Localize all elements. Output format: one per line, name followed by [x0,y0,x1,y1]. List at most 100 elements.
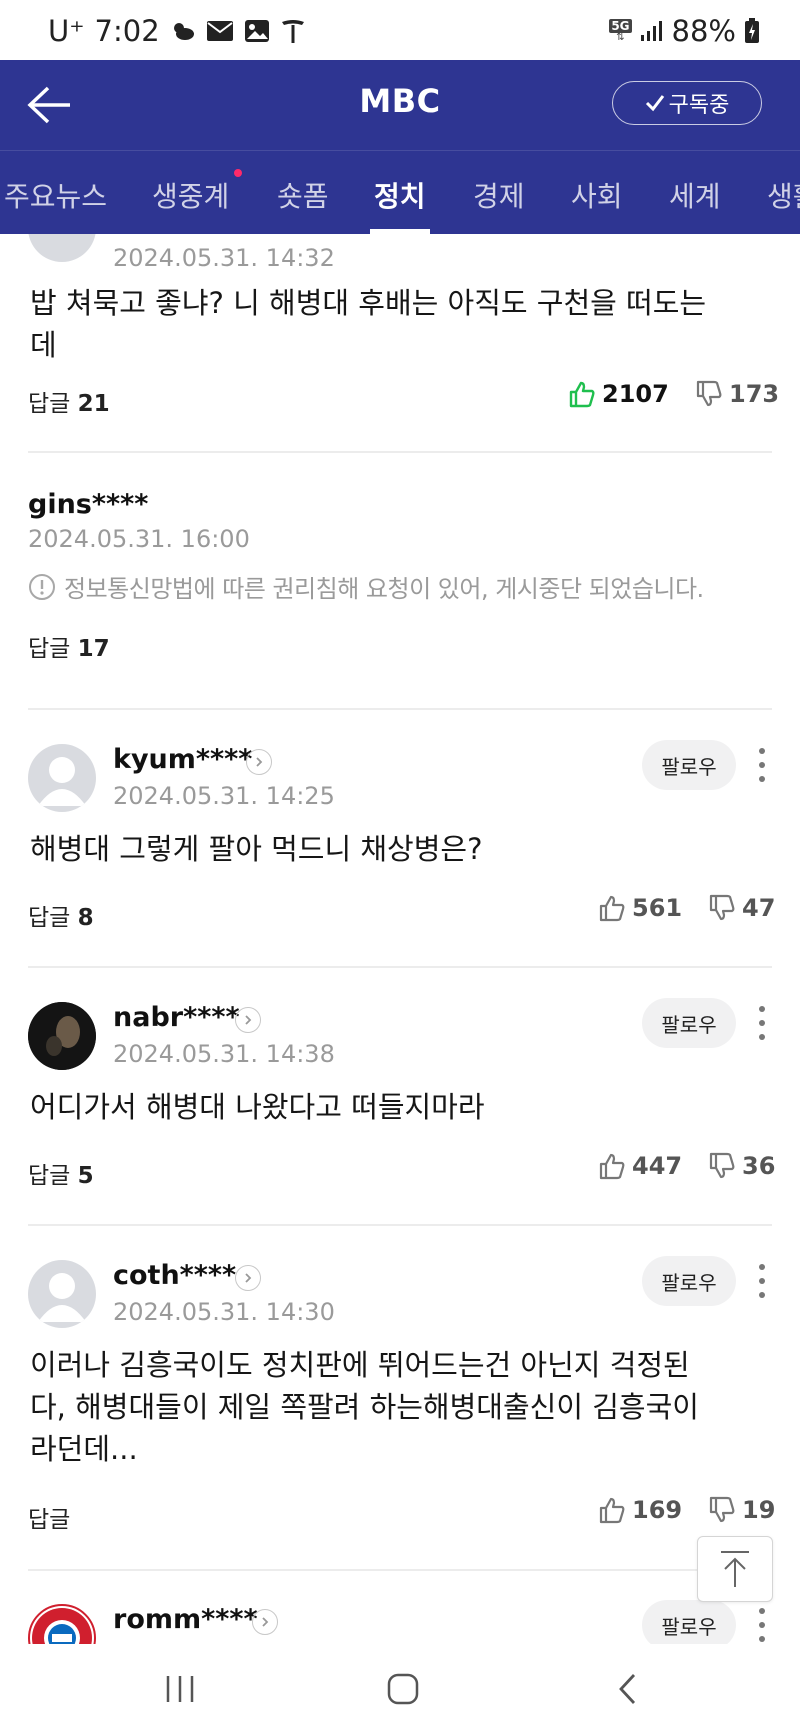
reply-label: 답글 [28,1507,71,1533]
tab-politics[interactable]: 정치 [374,175,426,215]
dislike-button[interactable]: 36 [708,1152,775,1180]
comment-date: 2024.05.31. 14:25 [113,782,335,810]
comment-text: 어디가서 해병대 나왔다고 떠들지마라 [30,1086,485,1128]
reply-button[interactable]: 답글 [28,1500,70,1534]
dislike-button[interactable]: 173 [695,380,779,408]
like-button[interactable]: 2107 [568,380,669,408]
avatar[interactable] [28,1260,96,1328]
avatar[interactable] [28,234,96,262]
divider [28,451,772,453]
dislike-button[interactable]: 19 [708,1496,775,1524]
like-button[interactable]: 561 [598,894,682,922]
thumbs-down-icon [709,894,735,921]
network-5g-icon: 5G ⇅ [609,19,632,43]
comment-item: gins**** 2024.05.31. 16:00 정보통신망법에 따른 권리… [28,489,772,689]
avatar[interactable] [28,744,96,812]
more-options-button[interactable] [752,1260,772,1302]
weather-icon [170,20,196,42]
mail-icon [206,20,234,42]
comment-username[interactable]: gins**** [28,489,148,520]
thumbs-down-icon [709,1152,735,1179]
comment-date: 2024.05.31. 14:32 [113,244,335,272]
comment-item: kyum**** 2024.05.31. 14:25 팔로우 해병대 그렇게 팔… [28,740,775,944]
app-header: MBC 구독중 [0,60,800,150]
comment-item: 2024.05.31. 14:32 밥 쳐묵고 좋냐? 니 해병대 후배는 아직… [28,234,779,430]
reply-button[interactable]: 답글 21 [28,384,110,418]
default-avatar-icon [38,1273,86,1322]
comment-date: 2024.05.31. 16:00 [28,525,250,553]
tab-world[interactable]: 세계 [669,175,721,215]
thumbs-up-icon [599,895,625,922]
reply-label: 답글 [28,636,71,662]
like-button[interactable]: 447 [598,1152,682,1180]
more-options-button[interactable] [752,1604,772,1644]
recent-apps-button[interactable] [150,1664,210,1714]
divider [28,966,772,968]
check-icon [645,95,664,112]
profile-link-button[interactable] [252,1609,278,1635]
dislike-button[interactable]: 47 [708,894,775,922]
comment-username[interactable]: kyum**** [113,744,252,775]
comment-date: 2024.05.31. 14:30 [113,1298,335,1326]
home-button[interactable] [373,1664,433,1714]
tab-shortform[interactable]: 숏폼 [277,175,329,215]
arrow-up-icon [721,1551,749,1587]
thumbs-down-icon [709,1496,735,1523]
reply-count: 8 [77,905,94,931]
scroll-to-top-button[interactable] [697,1536,773,1602]
follow-button[interactable]: 팔로우 [642,1600,736,1644]
tab-life[interactable]: 생활 [767,175,800,215]
like-count: 561 [632,894,683,922]
thumbs-down-icon [696,380,722,407]
divider [28,708,772,710]
battery-icon [744,18,760,44]
reply-button[interactable]: 답글 8 [28,898,94,932]
comment-text: 이러나 김흥국이도 정치판에 뛰어드는건 아닌지 걱정된 다, 해병대들이 제일… [30,1344,699,1470]
comment-username[interactable]: nabr**** [113,1002,240,1033]
reply-count: 5 [77,1163,94,1189]
new-indicator-dot [234,169,242,177]
like-count: 169 [632,1496,683,1524]
more-options-button[interactable] [752,744,772,786]
comment-text-line: 이러나 김흥국이도 정치판에 뛰어드는건 아닌지 걱정된 [30,1348,690,1382]
back-nav-button[interactable] [598,1664,658,1714]
recent-apps-icon [166,1676,194,1702]
reply-button[interactable]: 답글 17 [28,629,110,663]
default-avatar-icon [38,757,86,806]
follow-button[interactable]: 팔로우 [642,740,736,790]
follow-button[interactable]: 팔로우 [642,998,736,1048]
chevron-right-icon [245,1273,252,1283]
profile-link-button[interactable] [235,1007,261,1033]
thumbs-up-icon [569,381,595,408]
divider [28,1224,772,1226]
comment-list[interactable]: 2024.05.31. 14:32 밥 쳐묵고 좋냐? 니 해병대 후배는 아직… [0,234,800,1644]
reply-button[interactable]: 답글 5 [28,1156,94,1190]
signal-icon [640,20,664,42]
like-button[interactable]: 169 [598,1496,682,1524]
dislike-count: 47 [742,894,776,922]
comment-text: 밥 쳐묵고 좋냐? 니 해병대 후배는 아직도 구천을 떠도는 데 [30,282,706,366]
more-options-button[interactable] [752,1002,772,1044]
carrier-label: U⁺ [48,14,85,48]
follow-button[interactable]: 팔로우 [642,1256,736,1306]
info-icon [29,573,55,600]
status-bar: U⁺ 7:02 5G ⇅ 88% [0,0,800,60]
comment-username[interactable]: romm**** [113,1604,258,1635]
like-count: 2107 [602,380,669,408]
tab-main-news[interactable]: 주요뉴스 [4,175,107,215]
club-logo-avatar [32,1608,92,1644]
comment-text-line: 밥 쳐묵고 좋냐? 니 해병대 후배는 아직도 구천을 떠도는 [30,286,707,320]
comment-item: romm**** 팔로우 [28,1600,772,1644]
gallery-icon [244,19,270,43]
comment-username[interactable]: coth**** [113,1260,236,1291]
subscribe-button[interactable]: 구독중 [612,81,762,125]
profile-link-button[interactable] [246,749,272,775]
comment-text-line: 라던데... [30,1432,138,1466]
profile-link-button[interactable] [235,1265,261,1291]
avatar[interactable] [28,1604,96,1644]
tab-live[interactable]: 생중계 [152,175,229,215]
tab-economy[interactable]: 경제 [473,175,525,215]
chevron-left-icon [619,1674,636,1704]
avatar[interactable] [28,1002,96,1070]
tab-society[interactable]: 사회 [571,175,623,215]
